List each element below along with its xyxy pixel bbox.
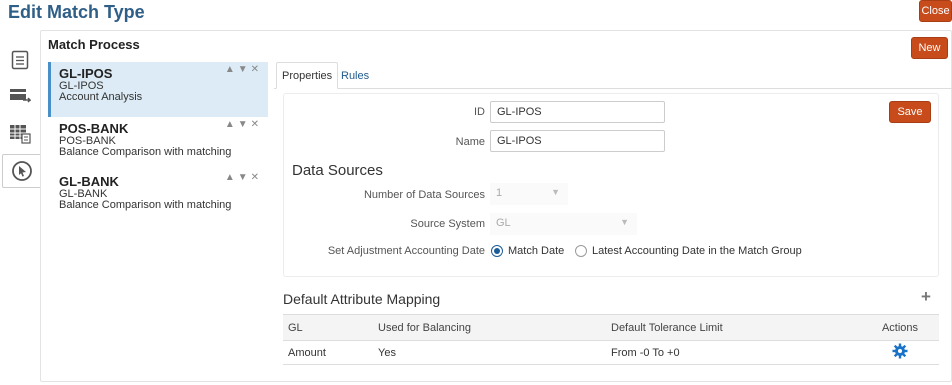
data-sources-title: Data Sources	[292, 162, 383, 179]
id-field[interactable]: GL-IPOS	[490, 101, 665, 123]
list-item[interactable]: GL-IPOS GL-IPOS Account Analysis ▲▼✕	[48, 62, 268, 117]
card-transfer-icon[interactable]	[3, 79, 37, 113]
add-icon[interactable]: +	[921, 287, 931, 307]
attribute-mapping-table: GL Used for Balancing Default Tolerance …	[283, 314, 939, 365]
latest-accounting-date-radio[interactable]	[575, 245, 587, 257]
column-header-actions: Actions	[861, 314, 939, 341]
cell-gl: Amount	[283, 340, 373, 365]
spreadsheet-icon[interactable]	[3, 117, 37, 151]
num-sources-label: Number of Data Sources	[363, 189, 485, 201]
cell-balancing: Yes	[373, 340, 606, 365]
left-toolbar	[0, 38, 40, 378]
reorder-delete-controls[interactable]: ▲▼✕	[225, 64, 262, 75]
num-sources-value: 1	[496, 187, 503, 199]
cursor-pointer-icon[interactable]	[2, 154, 40, 188]
list-item[interactable]: POS-BANK POS-BANK Balance Comparison wit…	[48, 117, 268, 170]
item-type: Balance Comparison with matching	[59, 199, 232, 211]
save-button[interactable]: Save	[889, 101, 931, 123]
page-title: Edit Match Type	[8, 2, 145, 22]
source-system-value: GL	[496, 217, 511, 229]
match-date-label: Match Date	[508, 245, 565, 257]
cell-actions	[861, 340, 939, 365]
attribute-mapping-title: Default Attribute Mapping	[283, 291, 441, 307]
match-process-title: Match Process	[48, 37, 140, 52]
column-header-tolerance: Default Tolerance Limit	[606, 314, 861, 341]
latest-accounting-date-label: Latest Accounting Date in the Match Grou…	[592, 245, 802, 257]
num-sources-select[interactable]: 1 ▼	[490, 183, 568, 205]
adjustment-date-label: Set Adjustment Accounting Date	[327, 245, 485, 257]
id-label: ID	[474, 106, 485, 118]
new-button[interactable]: New	[911, 37, 948, 59]
name-label: Name	[455, 136, 485, 148]
chevron-down-icon: ▼	[620, 217, 629, 227]
reorder-delete-controls[interactable]: ▲▼✕	[225, 119, 262, 130]
item-type: Account Analysis	[59, 91, 143, 103]
source-system-label: Source System	[410, 218, 485, 230]
list-item[interactable]: GL-BANK GL-BANK Balance Comparison with …	[48, 170, 268, 223]
column-header-balancing: Used for Balancing	[373, 314, 606, 341]
tab-bar: Properties Rules	[274, 62, 952, 89]
table-row: Amount Yes From -0 To +0	[283, 340, 939, 365]
column-header-gl: GL	[283, 314, 373, 341]
chevron-down-icon: ▼	[551, 187, 560, 197]
source-system-select[interactable]: GL ▼	[490, 213, 637, 235]
close-button[interactable]: Close	[919, 0, 952, 22]
table-header-row: GL Used for Balancing Default Tolerance …	[283, 314, 939, 341]
item-type: Balance Comparison with matching	[59, 146, 232, 158]
cell-tolerance: From -0 To +0	[606, 340, 861, 365]
gear-icon[interactable]	[892, 343, 908, 362]
reorder-delete-controls[interactable]: ▲▼✕	[225, 172, 262, 183]
match-date-radio[interactable]	[491, 245, 503, 257]
document-list-icon[interactable]	[3, 43, 37, 77]
name-field[interactable]: GL-IPOS	[490, 130, 665, 152]
tab-properties[interactable]: Properties	[276, 62, 339, 89]
tab-rules[interactable]: Rules	[336, 62, 374, 89]
match-process-list: GL-IPOS GL-IPOS Account Analysis ▲▼✕ POS…	[48, 62, 268, 223]
